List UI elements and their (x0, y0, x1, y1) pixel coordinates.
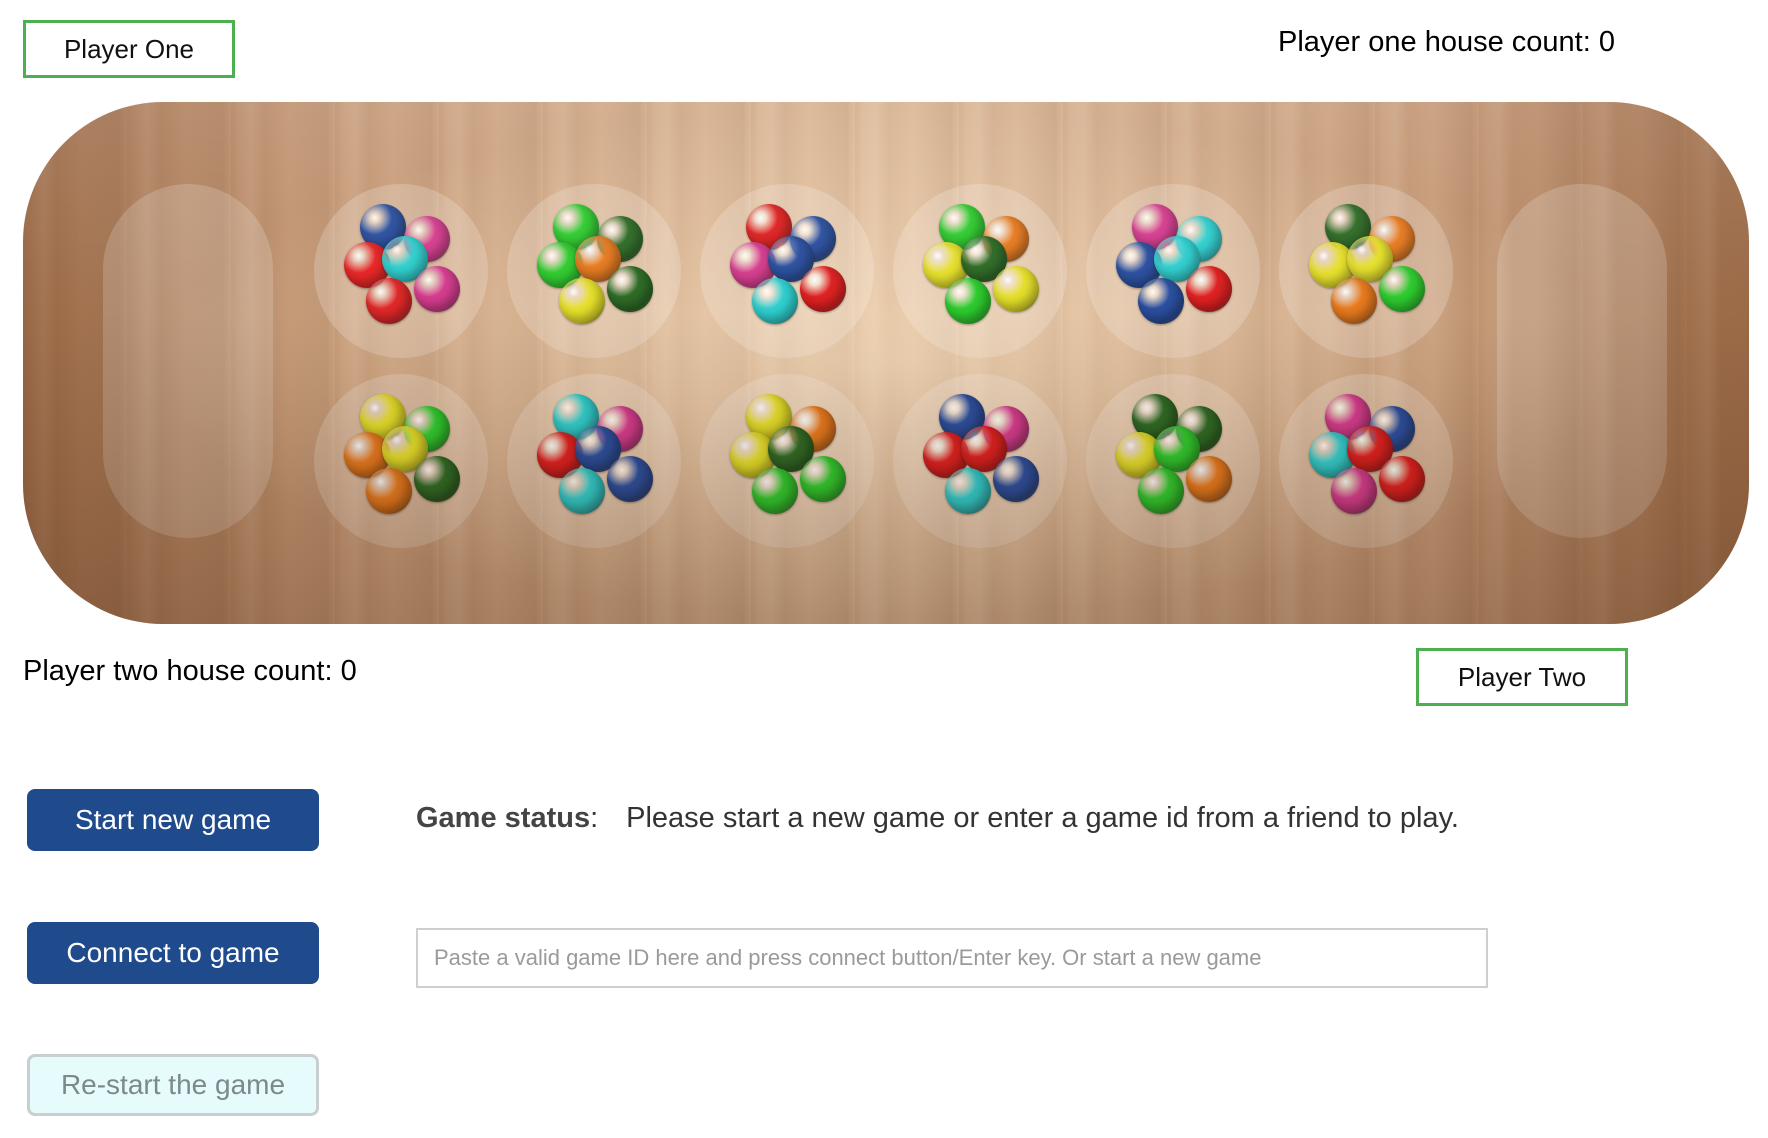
game-status: Game status: Please start a new game or e… (416, 802, 1459, 835)
player-one-label: Player One (23, 20, 235, 78)
connect-to-game-button[interactable]: Connect to game (27, 922, 319, 984)
pit-top-5[interactable] (1086, 184, 1260, 358)
player-one-house-count: Player one house count: 0 (1278, 26, 1615, 58)
game-status-label: Game status (416, 802, 591, 834)
player-two-house-count: Player two house count: 0 (23, 655, 357, 687)
pit-bottom-2[interactable] (507, 374, 681, 548)
seed (752, 468, 798, 514)
pit-bottom-4[interactable] (893, 374, 1067, 548)
seed (945, 468, 991, 514)
pit-top-2[interactable] (507, 184, 681, 358)
player-one-store (1497, 184, 1667, 538)
pit-bottom-3[interactable] (700, 374, 874, 548)
player-two-store (103, 184, 273, 538)
seed (752, 278, 798, 324)
restart-game-button[interactable]: Re-start the game (27, 1054, 319, 1116)
start-new-game-button[interactable]: Start new game (27, 789, 319, 851)
seed (800, 266, 846, 312)
seed (414, 266, 460, 312)
seed (366, 468, 412, 514)
seed (945, 278, 991, 324)
seed (559, 278, 605, 324)
game-id-input[interactable] (416, 928, 1488, 988)
seed (800, 456, 846, 502)
seed (1331, 468, 1377, 514)
mancala-page: Player One Player one house count: 0 Pla… (0, 0, 1768, 1138)
seed (1138, 278, 1184, 324)
game-status-message: Please start a new game or enter a game … (626, 802, 1459, 834)
seed (993, 266, 1039, 312)
pit-bottom-6[interactable] (1279, 374, 1453, 548)
mancala-board (23, 102, 1749, 624)
seed (414, 456, 460, 502)
seed (559, 468, 605, 514)
seed (1186, 266, 1232, 312)
game-status-colon: : (590, 802, 599, 834)
pit-top-6[interactable] (1279, 184, 1453, 358)
pit-top-1[interactable] (314, 184, 488, 358)
seed (1138, 468, 1184, 514)
seed (993, 456, 1039, 502)
player-two-label: Player Two (1416, 648, 1628, 706)
seed (1331, 278, 1377, 324)
pit-top-4[interactable] (893, 184, 1067, 358)
seed (1379, 266, 1425, 312)
seed (607, 266, 653, 312)
seed (1379, 456, 1425, 502)
pit-bottom-5[interactable] (1086, 374, 1260, 548)
seed (1186, 456, 1232, 502)
seed (607, 456, 653, 502)
pit-top-3[interactable] (700, 184, 874, 358)
pit-bottom-1[interactable] (314, 374, 488, 548)
seed (366, 278, 412, 324)
